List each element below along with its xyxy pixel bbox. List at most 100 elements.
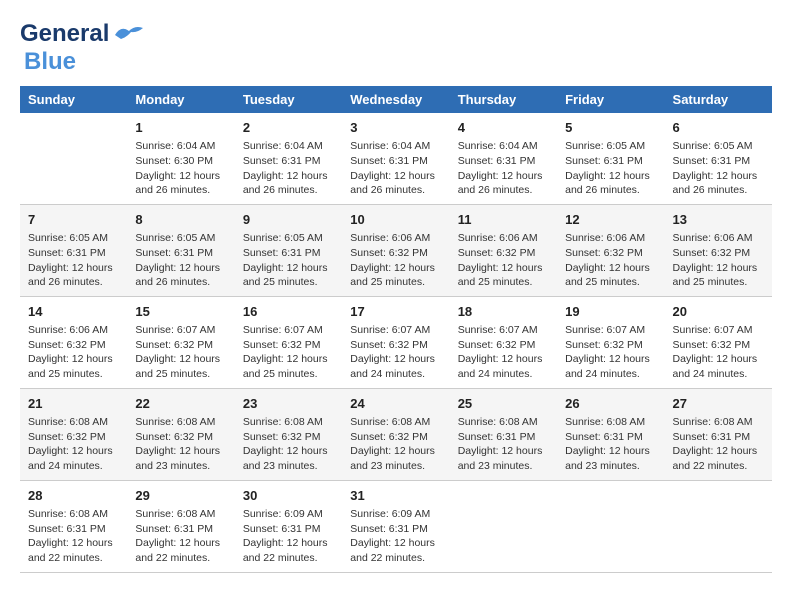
- day-info: Sunrise: 6:08 AM Sunset: 6:31 PM Dayligh…: [135, 507, 226, 566]
- day-number: 10: [350, 211, 441, 229]
- day-number: 16: [243, 303, 334, 321]
- week-row-2: 7 Sunrise: 6:05 AM Sunset: 6:31 PM Daylig…: [20, 204, 772, 296]
- header-wednesday: Wednesday: [342, 86, 449, 113]
- day-number: 22: [135, 395, 226, 413]
- day-info: Sunrise: 6:08 AM Sunset: 6:31 PM Dayligh…: [458, 415, 549, 474]
- day-number: 29: [135, 487, 226, 505]
- calendar-cell: 3 Sunrise: 6:04 AM Sunset: 6:31 PM Daylig…: [342, 113, 449, 204]
- calendar-cell: 2Sunrise: 6:04 AM Sunset: 6:31 PM Daylig…: [235, 113, 342, 204]
- calendar-cell: 8Sunrise: 6:05 AM Sunset: 6:31 PM Daylig…: [127, 204, 234, 296]
- header-sunday: Sunday: [20, 86, 127, 113]
- day-info: Sunrise: 6:09 AM Sunset: 6:31 PM Dayligh…: [350, 507, 441, 566]
- calendar-cell: 31 Sunrise: 6:09 AM Sunset: 6:31 PM Dayli…: [342, 480, 449, 572]
- calendar-cell: 6Sunrise: 6:05 AM Sunset: 6:31 PM Daylig…: [665, 113, 772, 204]
- day-info: Sunrise: 6:04 AM Sunset: 6:31 PM Dayligh…: [350, 139, 441, 198]
- calendar-cell: 20Sunrise: 6:07 AM Sunset: 6:32 PM Dayli…: [665, 296, 772, 388]
- calendar-cell: 10 Sunrise: 6:06 AM Sunset: 6:32 PM Dayli…: [342, 204, 449, 296]
- day-info: Sunrise: 6:08 AM Sunset: 6:31 PM Dayligh…: [673, 415, 764, 474]
- day-number: 19: [565, 303, 656, 321]
- day-number: 20: [673, 303, 764, 321]
- day-number: 11: [458, 211, 549, 229]
- day-number: 9: [243, 211, 334, 229]
- calendar-body: 1Sunrise: 6:04 AM Sunset: 6:30 PM Daylig…: [20, 113, 772, 572]
- calendar-cell: 18 Sunrise: 6:07 AM Sunset: 6:32 PM Dayli…: [450, 296, 557, 388]
- calendar-cell: 21 Sunrise: 6:08 AM Sunset: 6:32 PM Dayli…: [20, 388, 127, 480]
- day-number: 13: [673, 211, 764, 229]
- day-info: Sunrise: 6:05 AM Sunset: 6:31 PM Dayligh…: [565, 139, 656, 198]
- calendar-cell: 5 Sunrise: 6:05 AM Sunset: 6:31 PM Daylig…: [557, 113, 664, 204]
- day-number: 18: [458, 303, 549, 321]
- day-info: Sunrise: 6:08 AM Sunset: 6:32 PM Dayligh…: [28, 415, 119, 474]
- day-info: Sunrise: 6:05 AM Sunset: 6:31 PM Dayligh…: [135, 231, 226, 290]
- header-thursday: Thursday: [450, 86, 557, 113]
- day-info: Sunrise: 6:07 AM Sunset: 6:32 PM Dayligh…: [458, 323, 549, 382]
- calendar-cell: 26 Sunrise: 6:08 AM Sunset: 6:31 PM Dayli…: [557, 388, 664, 480]
- day-number: 2: [243, 119, 334, 137]
- day-info: Sunrise: 6:07 AM Sunset: 6:32 PM Dayligh…: [135, 323, 226, 382]
- day-info: Sunrise: 6:05 AM Sunset: 6:31 PM Dayligh…: [28, 231, 119, 290]
- calendar-cell: [557, 480, 664, 572]
- day-number: 14: [28, 303, 119, 321]
- day-info: Sunrise: 6:04 AM Sunset: 6:30 PM Dayligh…: [135, 139, 226, 198]
- calendar-cell: [450, 480, 557, 572]
- header-saturday: Saturday: [665, 86, 772, 113]
- day-number: 12: [565, 211, 656, 229]
- day-info: Sunrise: 6:05 AM Sunset: 6:31 PM Dayligh…: [243, 231, 334, 290]
- day-number: 3: [350, 119, 441, 137]
- day-info: Sunrise: 6:06 AM Sunset: 6:32 PM Dayligh…: [350, 231, 441, 290]
- day-number: 23: [243, 395, 334, 413]
- day-number: 30: [243, 487, 334, 505]
- day-info: Sunrise: 6:06 AM Sunset: 6:32 PM Dayligh…: [673, 231, 764, 290]
- calendar-cell: [20, 113, 127, 204]
- calendar-cell: 27 Sunrise: 6:08 AM Sunset: 6:31 PM Dayli…: [665, 388, 772, 480]
- calendar-cell: 28 Sunrise: 6:08 AM Sunset: 6:31 PM Dayli…: [20, 480, 127, 572]
- week-row-1: 1Sunrise: 6:04 AM Sunset: 6:30 PM Daylig…: [20, 113, 772, 204]
- day-number: 26: [565, 395, 656, 413]
- calendar-cell: [665, 480, 772, 572]
- day-number: 24: [350, 395, 441, 413]
- day-number: 15: [135, 303, 226, 321]
- day-number: 21: [28, 395, 119, 413]
- day-info: Sunrise: 6:08 AM Sunset: 6:31 PM Dayligh…: [28, 507, 119, 566]
- calendar-cell: 13 Sunrise: 6:06 AM Sunset: 6:32 PM Dayli…: [665, 204, 772, 296]
- calendar-header-row: SundayMondayTuesdayWednesdayThursdayFrid…: [20, 86, 772, 113]
- logo-bird-icon: [113, 23, 145, 45]
- calendar-cell: 29 Sunrise: 6:08 AM Sunset: 6:31 PM Dayli…: [127, 480, 234, 572]
- calendar-cell: 19Sunrise: 6:07 AM Sunset: 6:32 PM Dayli…: [557, 296, 664, 388]
- day-info: Sunrise: 6:06 AM Sunset: 6:32 PM Dayligh…: [565, 231, 656, 290]
- day-number: 4: [458, 119, 549, 137]
- day-number: 28: [28, 487, 119, 505]
- day-info: Sunrise: 6:08 AM Sunset: 6:32 PM Dayligh…: [135, 415, 226, 474]
- week-row-3: 14Sunrise: 6:06 AM Sunset: 6:32 PM Dayli…: [20, 296, 772, 388]
- day-info: Sunrise: 6:08 AM Sunset: 6:32 PM Dayligh…: [350, 415, 441, 474]
- calendar-cell: 9 Sunrise: 6:05 AM Sunset: 6:31 PM Daylig…: [235, 204, 342, 296]
- day-number: 6: [673, 119, 764, 137]
- calendar-cell: 22 Sunrise: 6:08 AM Sunset: 6:32 PM Dayli…: [127, 388, 234, 480]
- page-header: General Blue: [20, 20, 772, 76]
- day-number: 25: [458, 395, 549, 413]
- calendar-cell: 15 Sunrise: 6:07 AM Sunset: 6:32 PM Dayli…: [127, 296, 234, 388]
- day-number: 5: [565, 119, 656, 137]
- logo: General Blue: [20, 20, 145, 76]
- logo-blue-text: Blue: [24, 48, 76, 75]
- calendar-cell: 11Sunrise: 6:06 AM Sunset: 6:32 PM Dayli…: [450, 204, 557, 296]
- calendar-cell: 12 Sunrise: 6:06 AM Sunset: 6:32 PM Dayli…: [557, 204, 664, 296]
- calendar-table: SundayMondayTuesdayWednesdayThursdayFrid…: [20, 86, 772, 573]
- day-info: Sunrise: 6:07 AM Sunset: 6:32 PM Dayligh…: [350, 323, 441, 382]
- day-number: 7: [28, 211, 119, 229]
- day-number: 27: [673, 395, 764, 413]
- day-info: Sunrise: 6:09 AM Sunset: 6:31 PM Dayligh…: [243, 507, 334, 566]
- header-friday: Friday: [557, 86, 664, 113]
- calendar-cell: 4Sunrise: 6:04 AM Sunset: 6:31 PM Daylig…: [450, 113, 557, 204]
- week-row-4: 21 Sunrise: 6:08 AM Sunset: 6:32 PM Dayli…: [20, 388, 772, 480]
- week-row-5: 28 Sunrise: 6:08 AM Sunset: 6:31 PM Dayli…: [20, 480, 772, 572]
- calendar-cell: 1Sunrise: 6:04 AM Sunset: 6:30 PM Daylig…: [127, 113, 234, 204]
- header-tuesday: Tuesday: [235, 86, 342, 113]
- calendar-cell: 24 Sunrise: 6:08 AM Sunset: 6:32 PM Dayli…: [342, 388, 449, 480]
- day-info: Sunrise: 6:08 AM Sunset: 6:31 PM Dayligh…: [565, 415, 656, 474]
- header-monday: Monday: [127, 86, 234, 113]
- calendar-cell: 23Sunrise: 6:08 AM Sunset: 6:32 PM Dayli…: [235, 388, 342, 480]
- logo-text: General: [20, 20, 109, 48]
- day-number: 31: [350, 487, 441, 505]
- day-info: Sunrise: 6:07 AM Sunset: 6:32 PM Dayligh…: [243, 323, 334, 382]
